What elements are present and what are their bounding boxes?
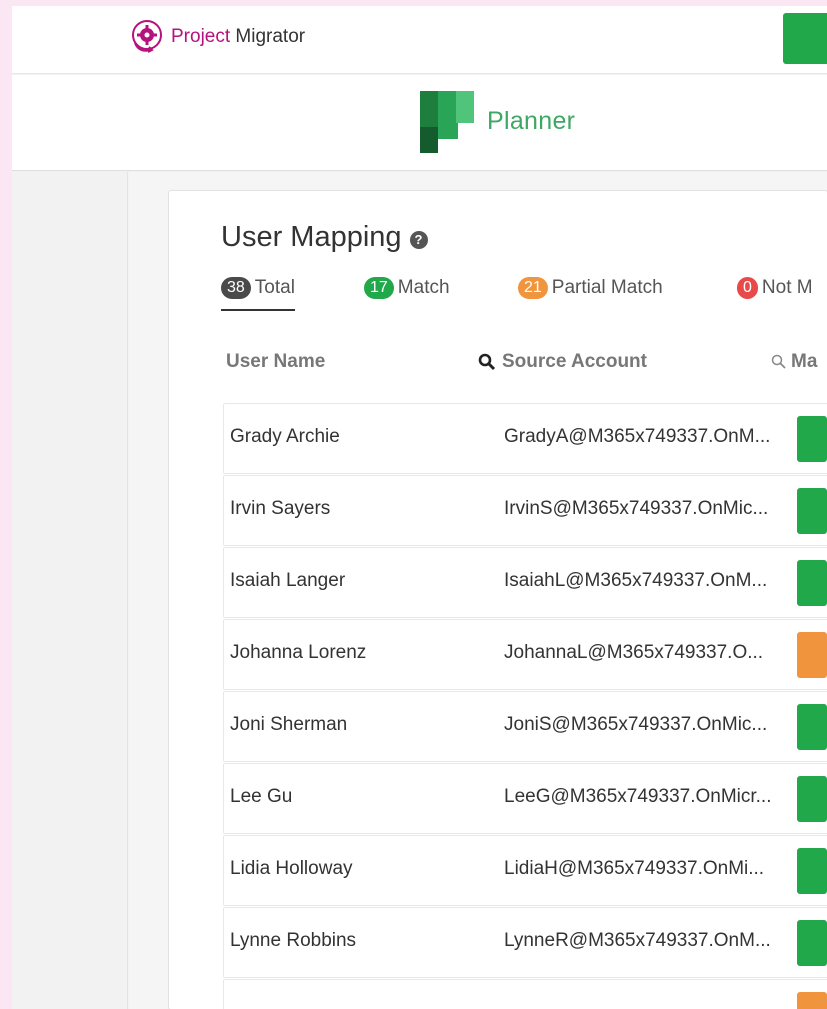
partial-status-button[interactable] — [797, 992, 827, 1009]
column-header-mapped-account[interactable]: Ma — [771, 351, 817, 373]
user-list: Grady Archie GradyA@M365x749337.OnM... I… — [223, 403, 827, 1009]
sidebar — [12, 172, 128, 1009]
match-status-button[interactable] — [797, 776, 827, 822]
page-title: User Mapping ? — [221, 221, 428, 254]
user-name: Irvin Sayers — [230, 498, 331, 519]
table-row[interactable]: Irvin Sayers IrvinS@M365x749337.OnMic... — [223, 475, 827, 546]
source-account: LeeG@M365x749337.OnMicr... — [504, 786, 772, 807]
column-label: Ma — [791, 351, 818, 372]
column-header-source-account[interactable]: Source Account — [478, 351, 647, 373]
match-status-button[interactable] — [797, 848, 827, 894]
table-row[interactable]: Lidia Holloway LidiaH@M365x749337.OnMi..… — [223, 835, 827, 906]
filter-count-badge: 17 — [364, 277, 394, 299]
brand-name: Project Migrator — [171, 26, 306, 47]
planner-header: Planner — [12, 75, 827, 171]
brand[interactable]: Project Migrator — [129, 20, 305, 54]
table-header: User Name Source Account Ma — [226, 351, 827, 381]
filter-not-matched[interactable]: 0 Not M — [737, 277, 813, 311]
user-name: Joni Sherman — [230, 714, 348, 735]
match-status-button[interactable] — [797, 920, 827, 966]
column-header-user-name[interactable]: User Name — [226, 351, 325, 373]
partial-status-button[interactable] — [797, 632, 827, 678]
question-circle-icon[interactable]: ? — [409, 230, 428, 249]
table-row[interactable]: Isaiah Langer IsaiahL@M365x749337.OnM... — [223, 547, 827, 618]
search-icon[interactable] — [478, 353, 496, 371]
table-row[interactable]: Johanna Lorenz JohannaL@M365x749337.O... — [223, 619, 827, 690]
user-name: Johanna Lorenz — [230, 642, 367, 663]
table-row[interactable]: Lee Gu LeeG@M365x749337.OnMicr... — [223, 763, 827, 834]
filter-total[interactable]: 38 Total — [221, 277, 295, 311]
planner-logo-icon — [420, 91, 476, 153]
filter-count-badge: 38 — [221, 277, 251, 299]
source-account: GradyA@M365x749337.OnM... — [504, 426, 771, 447]
filter-label: Total — [254, 277, 295, 298]
planner-title: Planner — [487, 107, 576, 135]
table-row[interactable]: Grady Archie GradyA@M365x749337.OnM... — [223, 403, 827, 474]
source-account: JoniS@M365x749337.OnMic... — [504, 714, 768, 735]
source-account: IrvinS@M365x749337.OnMic... — [504, 498, 769, 519]
column-label: User Name — [226, 351, 326, 372]
match-status-button[interactable] — [797, 416, 827, 462]
filter-count-badge: 21 — [518, 277, 548, 299]
table-row[interactable] — [223, 979, 827, 1009]
match-status-button[interactable] — [797, 488, 827, 534]
top-bar: Project Migrator — [12, 6, 827, 74]
filter-tabs: 38 Total 17 Match 21 Partial Match 0 Not… — [221, 277, 827, 311]
filter-count-badge: 0 — [737, 277, 758, 299]
user-mapping-card: User Mapping ? 38 Total 17 Match 21 Part… — [168, 190, 827, 1009]
user-name: Lidia Holloway — [230, 858, 353, 879]
table-row[interactable]: Lynne Robbins LynneR@M365x749337.OnM... — [223, 907, 827, 978]
table-row[interactable]: Joni Sherman JoniS@M365x749337.OnMic... — [223, 691, 827, 762]
user-name: Isaiah Langer — [230, 570, 346, 591]
source-account: IsaiahL@M365x749337.OnM... — [504, 570, 768, 591]
project-migrator-logo-icon — [129, 19, 165, 55]
match-status-button[interactable] — [797, 560, 827, 606]
filter-label: Partial Match — [551, 277, 663, 298]
source-account: JohannaL@M365x749337.O... — [504, 642, 764, 663]
source-account: LidiaH@M365x749337.OnMi... — [504, 858, 765, 879]
column-label: Source Account — [502, 351, 647, 372]
filter-label: Match — [397, 277, 450, 298]
source-account: LynneR@M365x749337.OnM... — [504, 930, 771, 951]
match-status-button[interactable] — [797, 704, 827, 750]
filter-partial-match[interactable]: 21 Partial Match — [518, 277, 663, 311]
user-name: Lee Gu — [230, 786, 293, 807]
search-icon[interactable] — [771, 354, 787, 370]
top-action-button[interactable] — [783, 13, 827, 64]
user-name: Grady Archie — [230, 426, 340, 447]
filter-label: Not M — [761, 277, 813, 298]
filter-match[interactable]: 17 Match — [364, 277, 450, 311]
user-name: Lynne Robbins — [230, 930, 357, 951]
title-text: User Mapping — [221, 221, 402, 253]
